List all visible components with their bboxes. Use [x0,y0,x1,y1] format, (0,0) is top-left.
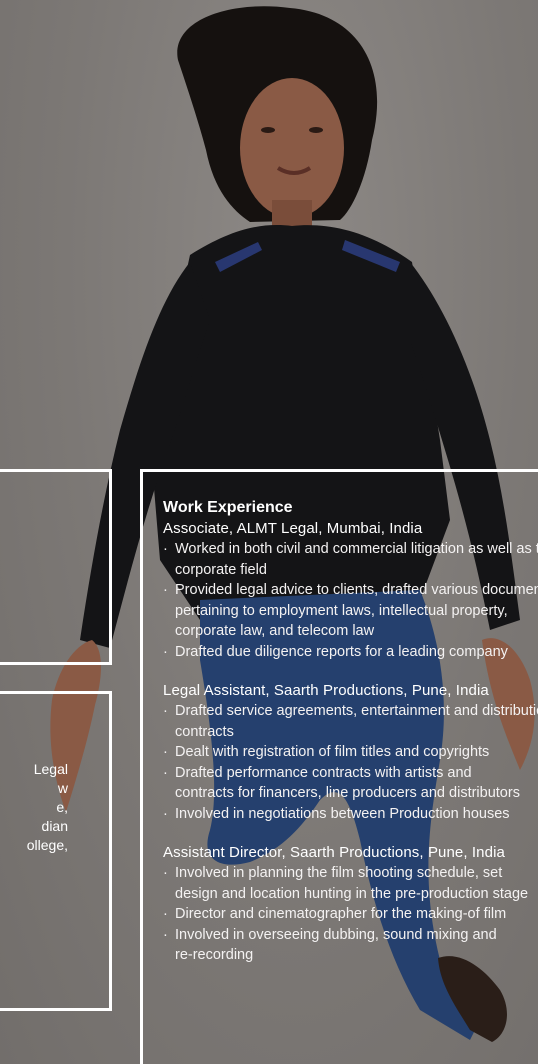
bullet-dot-icon: · [163,744,168,760]
bullet-dot-icon: · [163,703,168,719]
bullet-continuation: corporate law, and telecom law [175,623,375,639]
job-bullets: · Involved in planning the film shooting … [163,863,538,966]
bullet-continuation: corporate field [175,561,267,578]
bullet-item: · Involved in negotiations between Produc… [163,804,538,825]
left-panel-text: Legal w e, dian ollege, [0,760,104,855]
job-list: Associate, ALMT Legal, Mumbai, India · Wor… [163,519,538,966]
bullet-dot-icon: · [163,764,168,781]
bullet-continuation: contracts [175,723,234,740]
bullet-item: · Involved in planning the film shooting … [163,863,538,884]
bullet-item: · Drafted due diligence reports for a lea… [163,642,538,663]
job-title: Legal Assistant, Saarth Productions, Pun… [163,682,489,699]
work-experience-section: Work Experience Associate, ALMT Legal, M… [163,497,538,966]
bullet-continuation: pertaining to employment laws, intellect… [175,602,508,619]
left-line: e, [56,799,68,815]
left-line: w [57,780,68,796]
bullet-continuation: contracts for financers, line producers … [175,785,520,801]
bullet-dot-icon: · [163,582,168,598]
job-title: Associate, ALMT Legal, Mumbai, India [163,520,423,537]
bullet-item: · Dealt with registration of film titles … [163,742,538,763]
bullet-item: · Director and cinematographer for the ma… [163,904,538,925]
job-spacer [163,662,538,681]
bullet-continuation: design and location hunting in the pre-p… [175,885,529,902]
left-line: ollege, [26,837,68,853]
bullet-item: · Drafted performance contracts with arti… [163,763,538,784]
job-spacer [163,824,538,843]
bullet-item: · Involved in overseeing dubbing, sound m… [163,925,538,946]
left-line: dian [41,818,68,834]
bullet-item: · Drafted service agreements, entertainme… [163,701,538,722]
job-bullets: · Drafted service agreements, entertainme… [163,701,538,824]
poster: Legal w e, dian ollege, Work Experience … [0,0,538,1064]
job-title: Assistant Director, Saarth Productions, … [163,844,505,861]
section-heading: Work Experience [163,499,293,516]
bullet-dot-icon: · [163,865,168,881]
bullet-dot-icon: · [163,643,168,660]
bullet-continuation: re-recording [175,947,254,963]
bullet-item: · Worked in both civil and commercial lit… [163,539,538,560]
bullet-dot-icon: · [163,805,168,822]
face [240,78,344,218]
bullet-dot-icon: · [163,926,168,943]
bullet-dot-icon: · [163,541,168,557]
bullet-item: · Provided legal advice to clients, draft… [163,580,538,601]
bullet-dot-icon: · [163,906,168,922]
left-line: Legal [33,761,68,777]
job-bullets: · Worked in both civil and commercial lit… [163,539,538,662]
left-top-frame [0,469,112,665]
